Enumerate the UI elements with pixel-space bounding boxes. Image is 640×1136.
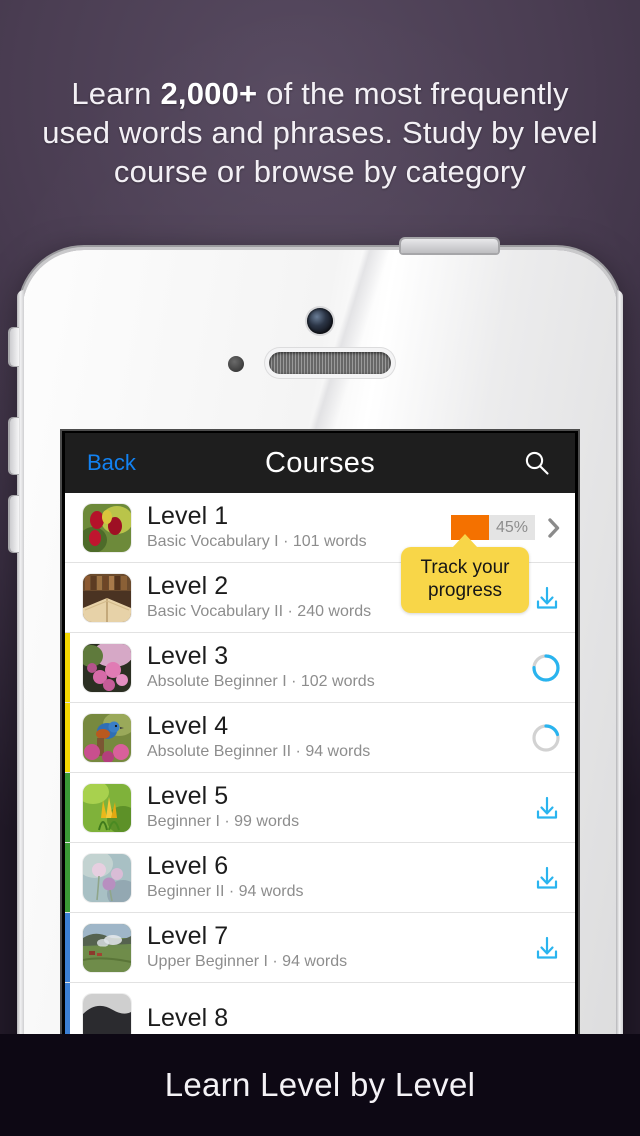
page-title: Learn 2,000+ of the most frequently used… <box>0 74 640 191</box>
category-color-strip <box>65 913 70 982</box>
category-color-strip <box>65 843 70 912</box>
download-icon[interactable] <box>533 934 561 962</box>
course-row-level-6[interactable]: Level 6 Beginner II · 94 words <box>65 843 575 913</box>
phone-mockup: Back Courses Level 1 Basic Vocabulary I ·… <box>10 239 623 1120</box>
tooltip-track-progress: Track your progress <box>401 534 529 613</box>
course-text: Level 4 Absolute Beginner II · 94 words <box>147 712 531 763</box>
course-thumbnail <box>83 713 131 762</box>
course-title: Level 1 <box>147 502 229 530</box>
footer-banner: Learn Level by Level <box>0 1034 640 1136</box>
progress-percent-label: 45% <box>495 519 528 536</box>
progress-ring-icon[interactable] <box>531 723 561 753</box>
phone-screen: Back Courses Level 1 Basic Vocabulary I ·… <box>62 431 578 1120</box>
course-row-level-7[interactable]: Level 7 Upper Beginner I · 94 words <box>65 913 575 983</box>
course-title: Level 4 <box>147 712 229 740</box>
earpiece-speaker <box>269 352 391 374</box>
course-title: Level 5 <box>147 782 229 810</box>
headline-text-post: of the most frequently <box>257 76 569 111</box>
course-title: Level 3 <box>147 642 229 670</box>
search-icon[interactable] <box>523 449 551 477</box>
course-thumbnail <box>83 923 131 972</box>
proximity-sensor-icon <box>228 356 244 372</box>
power-button[interactable] <box>401 239 498 253</box>
course-text: Level 3 Absolute Beginner I · 102 words <box>147 642 531 693</box>
course-thumbnail <box>83 643 131 692</box>
download-icon[interactable] <box>533 794 561 822</box>
course-accessory[interactable] <box>533 864 575 892</box>
course-subtitle: Beginner I · 99 words <box>147 813 300 830</box>
course-thumbnail <box>83 503 131 552</box>
course-text: Level 7 Upper Beginner I · 94 words <box>147 922 533 973</box>
navigation-bar: Back Courses <box>65 433 575 493</box>
course-thumbnail <box>83 853 131 902</box>
course-title: Level 8 <box>147 1003 229 1032</box>
category-color-strip <box>65 633 70 702</box>
course-title: Level 7 <box>147 922 229 950</box>
course-subtitle: Absolute Beginner I · 102 words <box>147 673 375 690</box>
course-subtitle: Beginner II · 94 words <box>147 883 304 900</box>
category-color-strip <box>65 703 70 772</box>
headline-line-3: course or browse by category <box>113 154 527 189</box>
download-icon[interactable] <box>533 864 561 892</box>
course-subtitle: Absolute Beginner II · 94 words <box>147 743 371 760</box>
course-text: Level 8 <box>147 1004 535 1033</box>
headline-line-2: used words and phrases. Study by level <box>42 115 598 150</box>
course-accessory[interactable] <box>533 584 575 612</box>
phone-left-band <box>17 290 24 1120</box>
tooltip-line-2: progress <box>428 580 502 601</box>
back-button[interactable]: Back <box>87 450 136 476</box>
course-row-level-4[interactable]: Level 4 Absolute Beginner II · 94 words <box>65 703 575 773</box>
phone-right-band <box>616 290 623 1120</box>
app-viewport: Back Courses Level 1 Basic Vocabulary I ·… <box>65 433 575 1120</box>
course-accessory[interactable] <box>533 794 575 822</box>
download-icon[interactable] <box>533 584 561 612</box>
course-text: Level 5 Beginner I · 99 words <box>147 782 533 833</box>
front-camera-icon <box>307 308 333 334</box>
course-thumbnail <box>83 783 131 832</box>
headline-text-bold: 2,000+ <box>160 76 258 111</box>
course-accessory[interactable] <box>531 723 575 753</box>
headline-line-1: Learn 2,000+ of the most frequently <box>71 76 568 111</box>
course-text: Level 6 Beginner II · 94 words <box>147 852 533 903</box>
course-text: Level 1 Basic Vocabulary I · 101 words <box>147 502 451 553</box>
footer-caption: Learn Level by Level <box>164 1066 476 1103</box>
course-accessory[interactable] <box>533 934 575 962</box>
screen-title: Courses <box>264 446 376 479</box>
volume-up-button[interactable] <box>10 418 19 474</box>
category-color-strip <box>65 773 70 842</box>
tooltip-line-1: Track your <box>420 557 510 578</box>
course-thumbnail <box>83 573 131 622</box>
course-row-level-5[interactable]: Level 5 Beginner I · 99 words <box>65 773 575 843</box>
course-accessory[interactable] <box>531 653 575 683</box>
course-title: Level 6 <box>147 852 229 880</box>
silent-switch[interactable] <box>10 328 19 366</box>
course-row-level-3[interactable]: Level 3 Absolute Beginner I · 102 words <box>65 633 575 703</box>
progress-ring-icon[interactable] <box>531 653 561 683</box>
volume-down-button[interactable] <box>10 496 19 552</box>
course-subtitle: Upper Beginner I · 94 words <box>147 953 348 970</box>
headline-text-pre: Learn <box>71 76 161 111</box>
chevron-right-icon[interactable] <box>547 517 561 539</box>
